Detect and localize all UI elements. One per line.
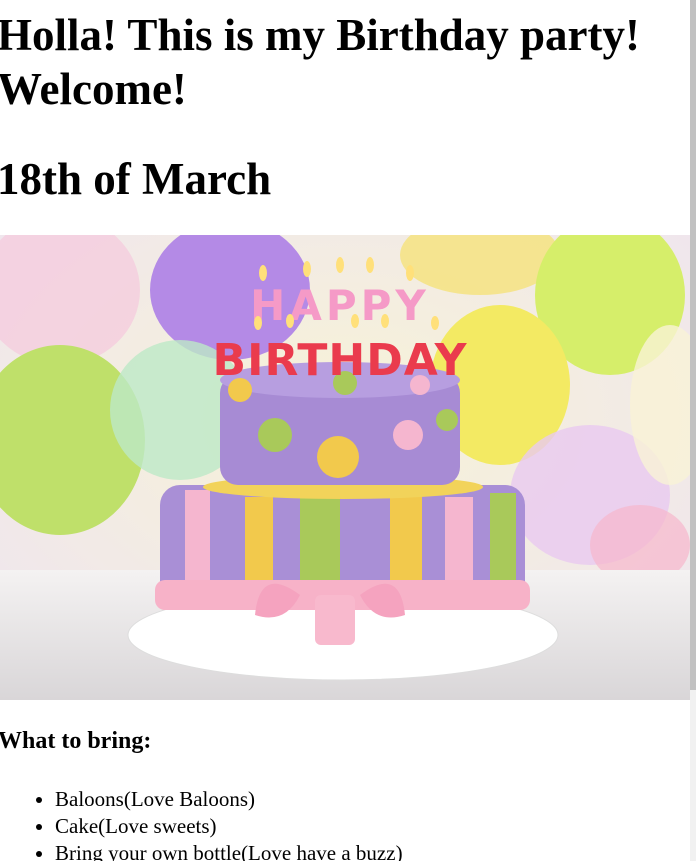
list-item: Baloons(Love Baloons) [55,786,403,813]
list-item: Bring your own bottle(Love have a buzz) [55,840,403,861]
bring-list: Baloons(Love Baloons) Cake(Love sweets) … [0,786,403,861]
cake-text-happy: HAPPY [250,281,430,330]
what-to-bring-heading: What to bring: [0,728,152,754]
page-title: Holla! This is my Birthday party! Welcom… [0,10,640,114]
list-item: Cake(Love sweets) [55,813,403,840]
scrollbar-thumb[interactable] [690,0,696,690]
cake-text-birthday: BIRTHDAY [213,335,468,386]
party-date: 18th of March [0,154,272,204]
birthday-cake-image: HAPPY BIRTHDAY [0,235,690,700]
scrollbar-track[interactable] [690,0,696,861]
page: Holla! This is my Birthday party! Welcom… [0,0,687,206]
